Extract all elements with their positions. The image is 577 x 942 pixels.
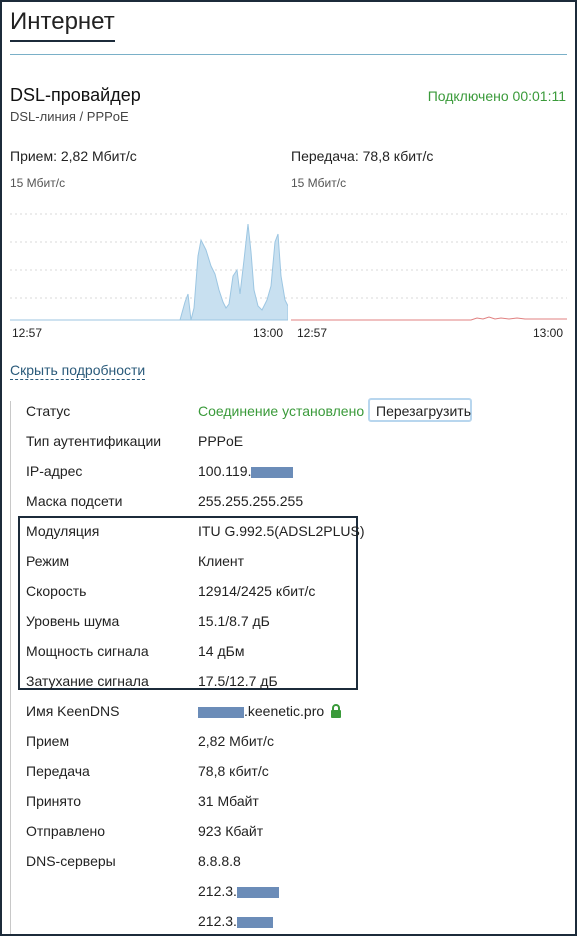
subnet-mask-value: 255.255.255.255 — [198, 493, 304, 509]
rx-scale-label: 15 Мбит/с — [10, 176, 66, 190]
dsl-parameters-highlight — [18, 516, 358, 690]
tx-rate-row-value: 78,8 кбит/с — [198, 763, 269, 779]
redaction-block — [236, 886, 279, 898]
attenuation-label: Затухание сигнала — [26, 673, 149, 689]
redaction-block — [198, 706, 244, 718]
modulation-value: ITU G.992.5(ADSL2PLUS) — [198, 523, 365, 539]
redaction-block — [236, 916, 273, 928]
tx-time-start: 12:57 — [297, 326, 328, 340]
keendns-label: Имя KeenDNS — [26, 703, 120, 719]
rx-rate-row-value: 2,82 Мбит/с — [198, 733, 274, 749]
mode-value: Клиент — [198, 553, 245, 569]
redaction-block — [251, 466, 294, 478]
hide-details-link[interactable]: Скрыть подробности — [10, 362, 146, 380]
attenuation-value: 17.5/12.7 дБ — [198, 673, 278, 689]
connection-name: DSL-провайдер — [10, 85, 141, 105]
auth-type-label: Тип аутентификации — [26, 433, 162, 449]
noise-level-label: Уровень шума — [26, 613, 120, 629]
modulation-label: Модуляция — [26, 523, 100, 539]
tx-time-end: 13:00 — [533, 326, 564, 340]
sent-label: Отправлено — [26, 823, 106, 839]
tx-rate-row-label: Передача — [26, 763, 90, 779]
received-value: 31 Мбайт — [198, 793, 259, 809]
sent-value: 923 Кбайт — [198, 823, 264, 839]
rx-rate-row-label: Прием — [26, 733, 70, 749]
tx-rate-label: Передача: 78,8 кбит/с — [291, 148, 434, 164]
connection-status: Подключено 00:01:11 — [427, 88, 566, 104]
details-indicator-bar — [10, 401, 11, 934]
rx-time-start: 12:57 — [12, 326, 43, 340]
status-label: Статус — [26, 403, 71, 419]
noise-level-value: 15.1/8.7 дБ — [198, 613, 270, 629]
dns-servers-label: DNS-серверы — [26, 853, 116, 869]
speed-label: Скорость — [26, 583, 87, 599]
dns-server-3: 212.3. — [198, 912, 273, 930]
tx-scale-label: 15 Мбит/с — [291, 176, 347, 190]
ip-address-label: IP-адрес — [26, 463, 83, 479]
lock-icon — [331, 704, 342, 718]
mode-label: Режим — [26, 553, 70, 569]
dns-server-1: 8.8.8.8 — [198, 853, 241, 869]
rx-rate-label: Прием: 2,82 Мбит/с — [10, 148, 137, 164]
tx-traffic-line — [291, 316, 567, 321]
reboot-button[interactable]: Перезагрузить — [368, 398, 472, 422]
signal-power-label: Мощность сигнала — [26, 643, 149, 659]
signal-power-value: 14 дБм — [198, 643, 245, 659]
keendns-value: .keenetic.pro — [198, 702, 342, 720]
title-divider — [10, 54, 567, 55]
rx-traffic-chart — [10, 213, 288, 321]
ip-address-value: 100.119. — [198, 462, 294, 480]
subnet-mask-label: Маска подсети — [26, 493, 123, 509]
speed-value: 12914/2425 кбит/с — [198, 583, 316, 599]
rx-time-end: 13:00 — [253, 326, 284, 340]
rx-traffic-area — [10, 223, 288, 321]
auth-type-value: PPPoE — [198, 433, 244, 449]
received-label: Принято — [26, 793, 82, 809]
page-title: Интернет — [10, 8, 115, 42]
status-value: Соединение установлено — [198, 403, 365, 419]
connection-subtitle: DSL-линия / PPPoE — [10, 109, 129, 124]
dns-server-2: 212.3. — [198, 882, 279, 900]
tx-traffic-chart — [291, 213, 567, 321]
